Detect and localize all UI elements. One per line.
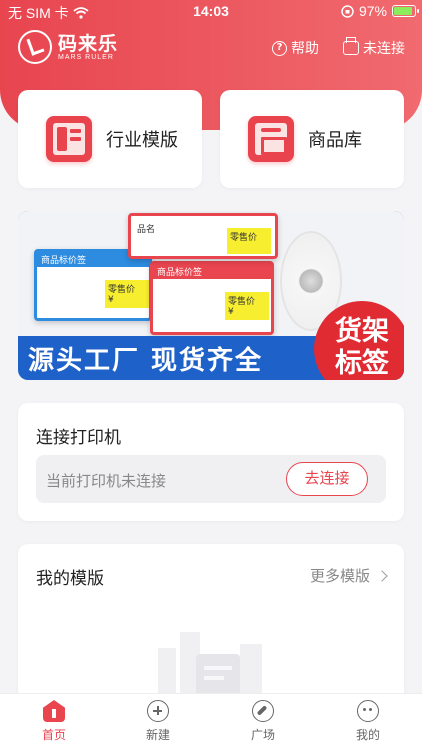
help-button[interactable]: ? 帮助 <box>272 38 319 58</box>
label-currency: ¥ <box>228 307 234 317</box>
tab-square-label: 广场 <box>250 728 275 742</box>
connect-printer-button[interactable]: 去连接 <box>286 462 368 496</box>
logo-text-block: 码来乐 MARS RULER <box>58 34 118 61</box>
printer-card-title: 连接打印机 <box>36 428 121 448</box>
logo-mark-icon <box>18 30 52 64</box>
label-currency: ¥ <box>108 295 114 305</box>
tab-new-label: 新建 <box>145 728 170 742</box>
banner-strip-text: 源头工厂 现货齐全 <box>28 346 264 376</box>
logo-text: 码来乐 <box>58 32 119 55</box>
product-library-label: 商品库 <box>308 130 362 151</box>
label-price-field: 零售价 <box>108 285 136 295</box>
banner-label-image: 商品标价签 零售价 ¥ <box>150 261 274 335</box>
more-templates-label: 更多模版 <box>309 567 370 585</box>
chevron-right-icon <box>376 569 388 582</box>
compass-icon <box>252 700 274 722</box>
empty-state-illustration <box>158 624 268 704</box>
more-templates-link[interactable]: 更多模版 <box>309 565 388 586</box>
industry-templates-card[interactable]: 行业模版 <box>18 90 202 188</box>
template-icon <box>46 116 92 162</box>
label-field-name: 品名 <box>137 225 156 235</box>
plus-circle-icon <box>147 700 169 722</box>
tab-square[interactable]: 广场 <box>233 700 293 743</box>
navbar: 码来乐 MARS RULER ? 帮助 未连接 <box>0 24 422 74</box>
tab-mine[interactable]: 我的 <box>338 700 398 743</box>
app-logo: 码来乐 MARS RULER <box>18 30 118 64</box>
product-library-icon <box>248 116 294 162</box>
battery-fill <box>394 7 412 15</box>
battery-icon <box>392 5 419 17</box>
label-price-field: 零售价 <box>228 297 256 307</box>
industry-templates-label: 行业模版 <box>106 130 178 151</box>
tab-home[interactable]: 首页 <box>24 700 84 743</box>
status-right: 97% <box>341 3 419 19</box>
promo-banner[interactable]: 商品标价签 零售价 ¥ 商品标价签 零售价 ¥ 零售价 品名 源头工厂 现货齐全… <box>18 211 404 380</box>
home-icon <box>43 700 65 722</box>
banner-label-image: 零售价 品名 <box>128 213 278 259</box>
label-price-box: 零售价 <box>227 228 271 254</box>
battery-percent: 97% <box>358 3 387 19</box>
label-price-field: 零售价 <box>230 233 258 243</box>
connection-label: 未连接 <box>363 41 405 57</box>
tab-bar: 首页 新建 广场 我的 <box>0 693 422 750</box>
label-heading: 商品标价签 <box>153 264 271 279</box>
help-icon: ? <box>272 40 287 56</box>
product-library-card[interactable]: 商品库 <box>220 90 404 188</box>
label-price-box: 零售价 ¥ <box>105 280 149 308</box>
logo-subtext: MARS RULER <box>58 53 114 61</box>
printer-connection-button[interactable]: 未连接 <box>343 37 405 58</box>
banner-label-image: 商品标价签 零售价 ¥ <box>34 249 152 321</box>
status-bar: 无 SIM 卡 14:03 97% <box>0 0 422 24</box>
orientation-lock-icon <box>341 4 354 18</box>
printer-status-box: 当前打印机未连接 去连接 <box>36 455 386 503</box>
tab-mine-label: 我的 <box>355 728 380 742</box>
tab-new[interactable]: 新建 <box>128 700 188 743</box>
tab-home-label: 首页 <box>41 728 66 742</box>
label-price-box: 零售价 ¥ <box>225 292 269 320</box>
printer-status-text: 当前打印机未连接 <box>46 472 167 490</box>
banner-badge-text: 货架标签 <box>335 316 389 379</box>
printer-connect-card: 连接打印机 当前打印机未连接 去连接 <box>18 403 404 521</box>
chat-face-icon <box>357 700 379 722</box>
help-label: 帮助 <box>291 41 319 57</box>
printer-icon <box>343 37 359 55</box>
my-templates-title: 我的模版 <box>36 569 104 589</box>
